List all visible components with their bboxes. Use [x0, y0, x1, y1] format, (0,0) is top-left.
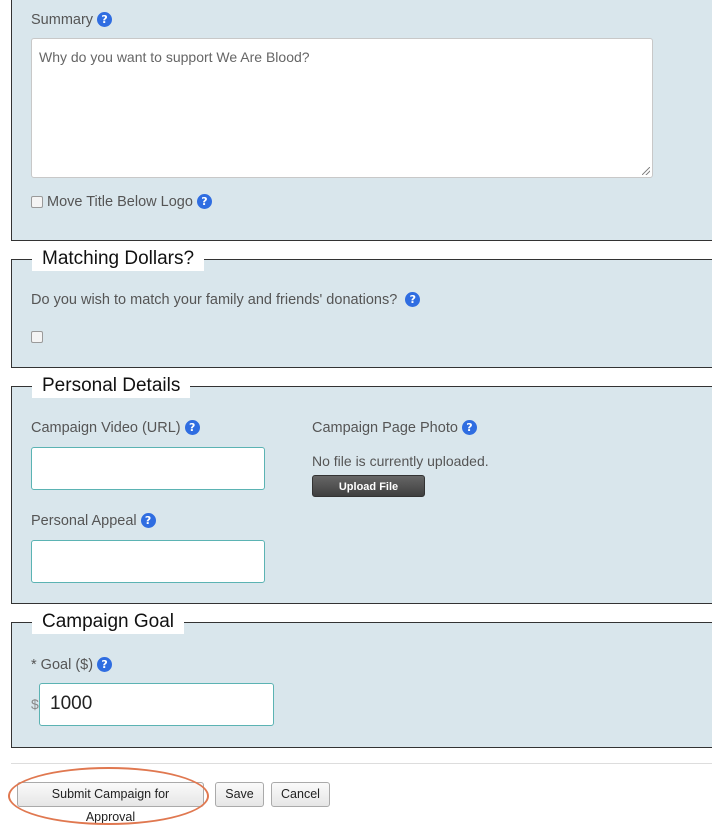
video-label-row: Campaign Video (URL)? — [31, 420, 200, 436]
goal-label: * Goal ($) — [31, 657, 94, 673]
move-title-label: Move Title Below Logo — [47, 194, 193, 210]
help-icon[interactable]: ? — [196, 194, 212, 209]
summary-panel: Summary? Why do you want to support We A… — [11, 0, 712, 241]
photo-label: Campaign Page Photo — [312, 420, 458, 436]
video-label: Campaign Video (URL) — [31, 420, 181, 436]
matching-checkbox[interactable] — [31, 331, 43, 343]
matching-panel: Matching Dollars? Do you wish to match y… — [11, 247, 712, 368]
help-icon[interactable]: ? — [461, 420, 477, 435]
help-icon[interactable]: ? — [97, 657, 113, 672]
matching-question: Do you wish to match your family and fri… — [31, 292, 398, 308]
move-title-checkbox[interactable] — [31, 196, 43, 208]
goal-legend: Campaign Goal — [32, 610, 185, 634]
help-icon[interactable]: ? — [97, 12, 113, 27]
summary-textarea[interactable]: Why do you want to support We Are Blood? — [31, 38, 653, 178]
no-file-text: No file is currently uploaded. — [312, 453, 489, 469]
help-icon[interactable]: ? — [140, 513, 156, 528]
summary-placeholder: Why do you want to support We Are Blood? — [39, 49, 310, 65]
highlight-annotation — [8, 767, 209, 825]
cancel-button[interactable]: Cancel — [271, 782, 330, 807]
summary-label-row: Summary? — [31, 12, 113, 28]
matching-question-row: Do you wish to match your family and fri… — [31, 292, 421, 308]
goal-panel: Campaign Goal * Goal ($)? $ 1000 — [11, 610, 712, 748]
resize-grip-icon[interactable] — [642, 167, 650, 175]
currency-symbol: $ — [31, 696, 39, 712]
divider — [11, 763, 712, 764]
goal-amount-input[interactable]: 1000 — [39, 683, 274, 726]
help-icon[interactable]: ? — [184, 420, 200, 435]
personal-legend: Personal Details — [32, 374, 191, 398]
help-icon[interactable]: ? — [405, 292, 421, 307]
save-button[interactable]: Save — [215, 782, 264, 807]
photo-label-row: Campaign Page Photo? — [312, 420, 477, 436]
goal-label-row: * Goal ($)? — [31, 657, 113, 673]
appeal-label: Personal Appeal — [31, 513, 137, 529]
personal-appeal-input[interactable] — [31, 540, 265, 583]
move-title-row: Move Title Below Logo? — [47, 194, 212, 210]
upload-file-button[interactable]: Upload File — [312, 475, 425, 497]
appeal-label-row: Personal Appeal? — [31, 513, 156, 529]
video-url-input[interactable] — [31, 447, 265, 490]
summary-label: Summary — [31, 12, 94, 28]
matching-legend: Matching Dollars? — [32, 247, 205, 271]
